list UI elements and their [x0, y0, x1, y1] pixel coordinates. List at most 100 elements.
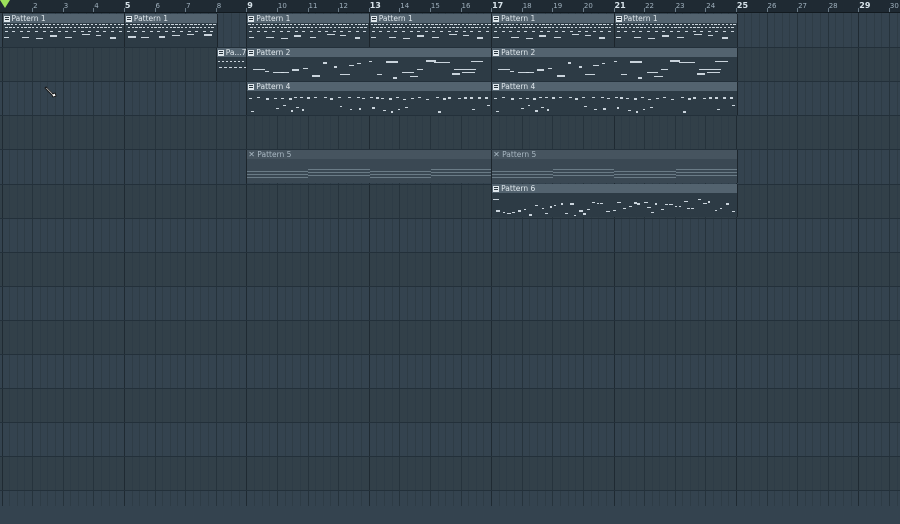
- pattern-clip-header[interactable]: Pattern 1: [492, 13, 615, 23]
- midi-note: [352, 26, 356, 28]
- pattern-clip-header[interactable]: Pattern 1: [369, 13, 493, 23]
- bar-tick: [93, 8, 95, 12]
- midi-note: [103, 30, 107, 32]
- midi-note: [510, 26, 513, 28]
- clip-menu-icon[interactable]: [217, 49, 224, 56]
- midi-note: [662, 30, 666, 32]
- bar-number-23: 23: [675, 2, 685, 10]
- midi-note: [408, 23, 412, 25]
- pattern-clip[interactable]: Pattern 6: [491, 184, 738, 218]
- bar-tick: [399, 8, 401, 12]
- track-row[interactable]: [0, 115, 900, 150]
- midi-note: [571, 33, 580, 35]
- pattern-clip-header[interactable]: Pattern 1: [124, 13, 217, 23]
- pattern-clip[interactable]: Pattern 2: [246, 47, 494, 81]
- timeline-ruler[interactable]: 2 3 4 5 6 7 8 9 10 11 12 13 14 15 16 17 18 19 20 21 22 23 24 25…: [0, 0, 900, 13]
- midi-note: [617, 26, 620, 28]
- clip-menu-icon[interactable]: [493, 49, 500, 56]
- track-row[interactable]: [0, 285, 900, 320]
- clip-menu-icon[interactable]: [3, 15, 10, 22]
- pattern-clip[interactable]: Pattern 1: [246, 13, 371, 47]
- midi-note: [293, 23, 297, 25]
- pattern-clip-header[interactable]: Pattern 4: [247, 81, 493, 91]
- bar-tick: [154, 8, 156, 12]
- pattern-clip[interactable]: Pattern 1: [368, 13, 494, 47]
- pattern-clip-header[interactable]: Pattern 1: [614, 13, 737, 23]
- midi-note: [135, 26, 138, 28]
- pattern-clip[interactable]: Pattern 4: [491, 81, 738, 115]
- pattern-clip-header[interactable]: Pattern 6: [492, 184, 737, 193]
- track-row[interactable]: [0, 319, 900, 354]
- midi-note: [19, 30, 23, 32]
- clip-menu-icon[interactable]: [248, 83, 255, 90]
- clip-menu-icon[interactable]: [493, 186, 500, 192]
- clip-menu-icon[interactable]: [125, 15, 132, 22]
- midi-note: [11, 23, 14, 25]
- track-row[interactable]: [0, 388, 900, 423]
- track-row[interactable]: [0, 217, 900, 252]
- pattern-clip[interactable]: Pattern 1: [613, 13, 738, 47]
- pattern-clip-header[interactable]: Pattern 1: [247, 13, 370, 23]
- muted-x-icon[interactable]: ✕: [493, 150, 501, 159]
- midi-note: [141, 36, 149, 39]
- midi-note: [493, 36, 499, 38]
- midi-note: [302, 67, 308, 69]
- midi-note: [537, 69, 545, 71]
- pattern-clip-header[interactable]: Pattern 2: [492, 47, 737, 57]
- midi-note: [492, 173, 554, 176]
- clip-menu-icon[interactable]: [493, 15, 500, 22]
- clip-menu-icon[interactable]: [248, 49, 255, 56]
- midi-note: [544, 26, 547, 28]
- pattern-clip-header[interactable]: ✕ Pattern 5: [492, 149, 737, 159]
- pattern-clip[interactable]: Pattern 1: [491, 13, 616, 47]
- pattern-clip[interactable]: ✕ Pattern 5: [246, 149, 494, 183]
- pattern-clip-notes: [125, 23, 217, 47]
- midi-note: [221, 60, 224, 62]
- pattern-clip[interactable]: Pattern 4: [246, 81, 494, 115]
- pattern-clip-header[interactable]: ✕ Pattern 5: [247, 149, 493, 159]
- pattern-clip[interactable]: Pattern 2: [491, 47, 738, 81]
- clip-menu-icon[interactable]: [493, 83, 500, 90]
- bar-tick: [735, 8, 737, 12]
- midi-note: [614, 170, 676, 173]
- pattern-clip-header[interactable]: Pa...7: [216, 47, 248, 57]
- pattern-clip[interactable]: Pattern 1: [1, 13, 126, 47]
- midi-note: [250, 26, 253, 28]
- track-row[interactable]: [0, 422, 900, 457]
- muted-x-icon[interactable]: ✕: [248, 150, 256, 159]
- track-row[interactable]: [0, 456, 900, 491]
- midi-note: [96, 26, 99, 28]
- midi-note: [247, 176, 309, 179]
- midi-note: [703, 202, 707, 204]
- midi-note: [436, 96, 440, 99]
- playlist-grid[interactable]: Pattern 1 Pattern 1 Pattern 1 Pattern 1 Patt…: [0, 13, 900, 524]
- midi-note: [640, 96, 644, 99]
- clip-menu-icon[interactable]: [248, 15, 255, 22]
- midi-note: [687, 23, 691, 25]
- midi-note: [592, 202, 596, 204]
- pattern-clip-header[interactable]: Pattern 2: [247, 47, 493, 57]
- midi-note: [28, 26, 31, 28]
- midi-note: [547, 67, 553, 69]
- track-row[interactable]: [0, 490, 900, 524]
- pattern-clip-header[interactable]: Pattern 1: [2, 13, 125, 23]
- midi-note: [364, 26, 367, 28]
- bar-number-3: 3: [63, 2, 69, 10]
- clip-menu-icon[interactable]: [615, 15, 622, 22]
- clip-menu-icon[interactable]: [370, 15, 377, 22]
- midi-note: [502, 96, 506, 99]
- midi-note: [501, 30, 505, 32]
- track-row[interactable]: [0, 183, 900, 218]
- midi-note: [391, 26, 394, 28]
- pattern-clip[interactable]: Pattern 1: [123, 13, 218, 47]
- track-row[interactable]: [0, 251, 900, 286]
- midi-note: [291, 26, 295, 28]
- pattern-clip-header[interactable]: Pattern 4: [492, 81, 737, 91]
- midi-note: [532, 30, 536, 32]
- midi-note: [7, 23, 10, 25]
- track-row[interactable]: [0, 354, 900, 389]
- midi-note: [533, 98, 537, 100]
- pattern-clip[interactable]: ✕ Pattern 5: [491, 149, 738, 183]
- pattern-clip[interactable]: Pa...7: [215, 47, 249, 81]
- playhead-marker[interactable]: [0, 0, 10, 8]
